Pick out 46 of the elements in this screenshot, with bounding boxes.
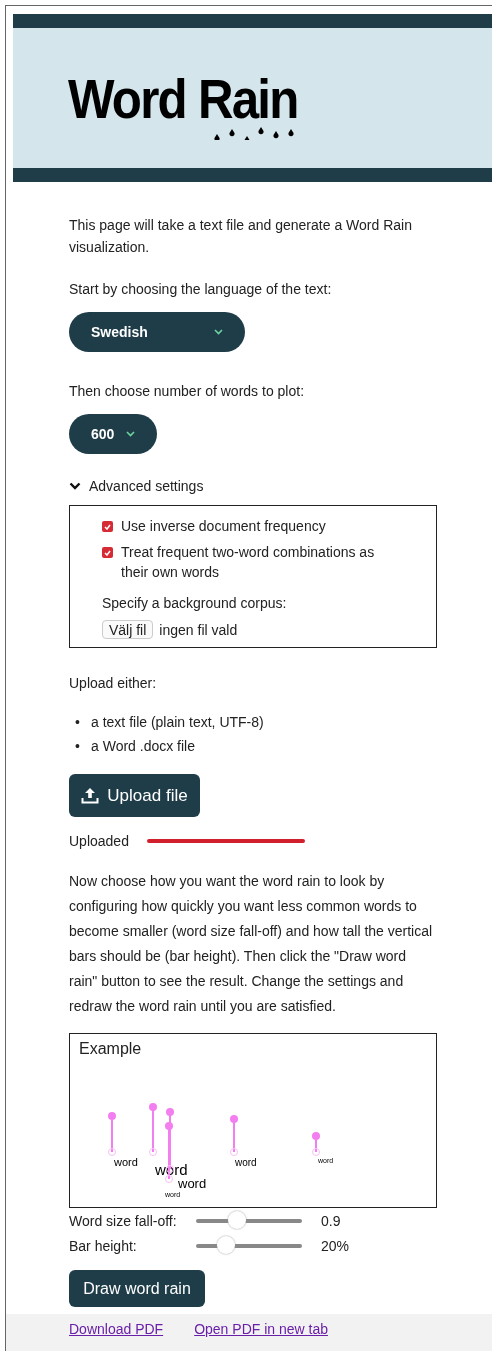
upload-status: Uploaded: [69, 833, 129, 849]
slider-value: 20%: [321, 1237, 350, 1254]
upload-icon: [81, 787, 100, 804]
example-word: word: [178, 1176, 207, 1191]
example-word: word: [235, 1157, 257, 1168]
checkbox[interactable]: [102, 547, 113, 558]
word-count-select[interactable]: 600: [69, 414, 157, 454]
pdf-link[interactable]: Download PDF: [69, 1321, 164, 1351]
choose-file-button[interactable]: Välj fil: [102, 620, 154, 639]
word-bar: [149, 1103, 157, 1156]
file-status: ingen fil vald: [159, 621, 238, 638]
chevron-icon: [69, 482, 81, 490]
upload-label: Upload either:: [69, 674, 158, 693]
bullet: •: [74, 737, 81, 756]
slider-thumb[interactable]: [228, 1210, 247, 1229]
language-select[interactable]: Swedish: [69, 312, 245, 352]
corpus-label: Specify a background corpus:: [102, 594, 288, 613]
logo: Word Rain: [68, 65, 298, 131]
word-count-label: Then choose number of words to plot:: [69, 382, 306, 401]
raindrops-icon: [214, 125, 296, 140]
checkmark-icon: [104, 523, 111, 530]
pdf-link[interactable]: Open PDF in new tab: [194, 1321, 328, 1351]
slider-label: Word size fall-off:: [69, 1212, 178, 1229]
chevron-icon: [126, 431, 135, 437]
chevron-icon: [214, 329, 223, 335]
example-word: word: [114, 1156, 138, 1168]
instructions-text: Now choose how you want the word rain to look by configuring how quickly you want less common words to become smaller (word size fall-off) and how tall the vertical bars should be (bar height). Then click the "Draw word rain" button to see the result. Change the settings and redraw the word rain until you are satisfied.: [69, 872, 434, 1016]
bullet: •: [74, 713, 81, 732]
intro-text: This page will take a text file and generate a Word Rain visualization.: [69, 216, 413, 257]
slider-thumb[interactable]: [216, 1235, 235, 1254]
language-label: Start by choosing the language of the text:: [69, 280, 333, 299]
slider-label: Bar height:: [69, 1237, 138, 1254]
draw-button[interactable]: Draw word rain: [69, 1270, 205, 1307]
checkmark-icon: [104, 549, 111, 556]
upload-button[interactable]: Upload file: [69, 774, 200, 817]
advanced-settings-toggle[interactable]: Advanced settings: [69, 478, 204, 494]
slider-value: 0.9: [321, 1212, 341, 1229]
checkbox-label: Use inverse document frequency: [121, 517, 327, 536]
checkbox-label: Treat frequent two-word combinations as their own words: [121, 543, 376, 582]
example-title: Example: [79, 1040, 142, 1058]
word-bar: [312, 1132, 320, 1156]
list-item: a text file (plain text, UTF-8): [91, 713, 264, 732]
list-item: a Word .docx file: [91, 737, 195, 756]
checkbox[interactable]: [102, 521, 113, 532]
word-bar: [108, 1112, 116, 1156]
word-bar: [230, 1115, 238, 1156]
